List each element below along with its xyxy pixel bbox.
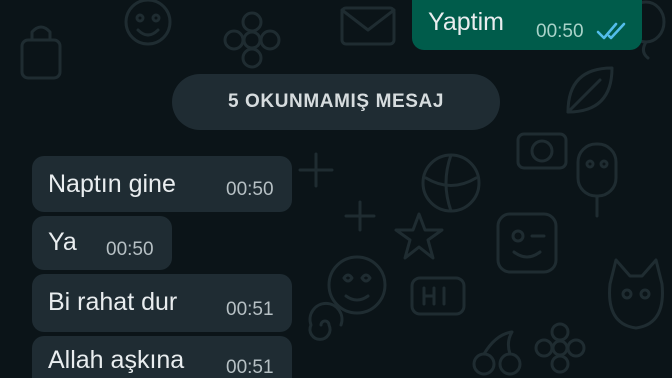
doodle-swirl-icon xyxy=(308,302,344,341)
message-time: 00:51 xyxy=(226,299,274,320)
doodle-plus-icon xyxy=(344,200,376,232)
outgoing-message[interactable]: Yaptim 00:50 xyxy=(412,0,642,50)
incoming-message[interactable]: Allah aşkına 00:51 xyxy=(32,336,292,378)
message-text: Ya xyxy=(48,228,77,256)
message-text: Bi rahat dur xyxy=(48,288,178,316)
doodle-flower-icon xyxy=(534,322,586,374)
double-check-read-icon xyxy=(596,22,626,40)
message-time: 00:51 xyxy=(226,357,274,378)
message-time: 00:50 xyxy=(106,239,154,260)
incoming-message[interactable]: Ya 00:50 xyxy=(32,216,172,270)
doodle-star-icon xyxy=(394,212,444,260)
doodle-cat-icon xyxy=(608,258,664,330)
unread-banner-label: 5 OKUNMAMIŞ MESAJ xyxy=(227,91,445,112)
incoming-message[interactable]: Bi rahat dur 00:51 xyxy=(32,274,292,332)
doodle-hi-bubble-icon xyxy=(410,276,466,316)
message-text: Allah aşkına xyxy=(48,346,185,374)
doodle-wink-face-icon xyxy=(496,212,558,274)
doodle-camera-icon xyxy=(516,132,568,170)
message-time: 00:50 xyxy=(536,21,584,42)
unread-messages-banner: 5 OKUNMAMIŞ MESAJ xyxy=(172,74,500,130)
doodle-envelope-icon xyxy=(340,6,396,46)
doodle-cherry-icon xyxy=(472,330,522,376)
doodle-ball-icon xyxy=(421,153,481,213)
doodle-sparkle-icon xyxy=(298,152,334,188)
doodle-leaf-icon xyxy=(566,66,614,114)
message-text: Naptın gine xyxy=(48,170,176,198)
doodle-popsicle-icon xyxy=(576,142,618,218)
incoming-message[interactable]: Naptın gine 00:50 xyxy=(32,156,292,212)
message-time: 00:50 xyxy=(226,179,274,200)
doodle-bag-icon xyxy=(20,25,62,80)
message-text: Yaptim xyxy=(428,8,504,36)
doodle-smiley-icon xyxy=(124,0,172,46)
doodle-flower-icon xyxy=(223,11,281,69)
